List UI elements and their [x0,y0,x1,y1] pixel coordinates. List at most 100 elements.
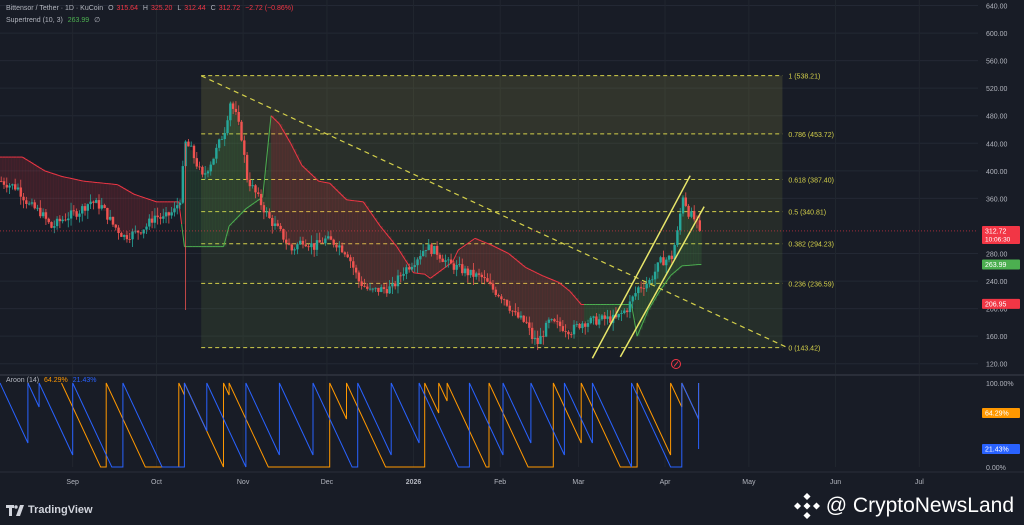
supertrend-fill [374,217,378,291]
candle-down [595,316,598,325]
fib-level-label: 0.236 (236.59) [788,281,834,288]
candle-up [371,288,375,290]
price-label-value: 312.72 [985,228,1007,235]
supertrend-fill [567,289,571,330]
candle-down [254,185,257,193]
candle-up [475,273,478,277]
candle-up [220,139,224,140]
candle-down [240,121,243,141]
price-tick-label: 520.00 [986,86,1008,93]
candle-down [231,103,235,109]
aroon-down-value: 21.43% [72,377,97,384]
time-tick-label: Jun [830,479,841,486]
candle-up [402,273,405,276]
candle-down [276,223,280,226]
supertrend-fill [544,276,548,328]
candle-up [338,245,341,248]
candle-down [477,273,481,275]
candle-up [388,286,391,294]
chart-screen: 1 (538.21) 0.786 (453.72) 0.618 (387.40) 0.… [0,0,1024,525]
supertrend-fill [301,165,305,240]
candle-down [489,281,492,284]
supertrend-fill [192,157,196,247]
supertrend-fill [64,176,68,218]
candle-down [75,211,78,217]
supertrend-line [321,181,325,183]
candle-up [458,264,461,265]
supertrend-fill [86,181,90,204]
supertrend-fill [16,157,20,189]
supertrend-fill [187,146,191,247]
supertrend-fill [547,277,551,323]
candle-down [198,166,201,168]
candle-down [556,321,559,323]
aroon-up-value: 64.29% [44,377,68,384]
supertrend-fill [505,252,509,303]
candle-up [315,240,319,250]
supertrend-fill [494,246,498,292]
candle-down [698,220,701,231]
candle-down [64,219,67,221]
candle-down [662,257,665,266]
candle-up [53,226,56,228]
low-label: L [177,5,182,12]
candle-down [530,327,534,339]
candle-down [340,245,344,253]
supertrend-line [324,181,328,184]
candle-up [209,164,212,172]
watermark: @ CryptoNewsLand [793,493,1014,519]
candle-down [343,252,347,255]
supertrend-fill [363,201,367,287]
supertrend-line [326,182,330,184]
supertrend-legend[interactable]: Supertrend (10, 3) 263.99 ∅ [6,16,103,24]
candle-down [159,217,162,219]
supertrend-fill [581,304,585,323]
supertrend-fill [293,148,297,248]
open-value: 315.64 [116,5,138,12]
candle-down [125,235,129,240]
aroon-legend[interactable]: Aroon (14) 64.29% 21.43% [6,377,99,384]
candle-down [243,140,246,155]
candle-down [237,112,240,122]
chart-svg: 1 (538.21) 0.786 (453.72) 0.618 (387.40) 0.… [0,0,1024,525]
candle-down [670,255,674,259]
candle-down [33,202,36,209]
supertrend-fill [687,212,691,266]
candle-down [511,310,514,312]
candle-up [620,313,623,314]
tradingview-logo[interactable]: TradingView [6,504,93,516]
supertrend-line [61,175,65,178]
fib-level-label: 0 (143.42) [788,346,820,353]
candle-down [167,212,171,216]
supertrend-fill [122,187,127,237]
candle-up [223,133,226,140]
candle-up [421,251,425,257]
candle-up [122,235,126,237]
close-value: 312.72 [218,5,241,12]
candle-up [606,316,609,319]
supertrend-fill [433,250,437,277]
candle-up [145,226,148,230]
candle-up [217,139,221,148]
candle-down [441,258,444,262]
price-tick-label: 640.00 [986,4,1008,11]
candle-up [310,243,313,248]
aroon-value-label: 64.29% [985,410,1009,417]
candle-up [391,283,394,287]
symbol-legend[interactable]: Bittensor / Tether · 1D · KuCoin O 315.64… [6,5,296,12]
supertrend-fill [8,157,12,185]
supertrend-fill [55,174,59,224]
supertrend-fill [58,175,62,222]
candle-up [679,213,682,231]
candle-down [435,245,439,255]
supertrend-fill [22,157,26,197]
candle-up [433,245,436,255]
candle-up [690,211,693,217]
price-label-countdown: 10:06:30 [985,236,1011,243]
fib-level-label: 0.5 (340.81) [788,210,826,217]
time-tick-label: Sep [66,479,79,486]
candle-down [19,187,22,197]
candle-up [416,259,419,266]
high-label: H [142,5,148,12]
supertrend-fill [338,191,342,246]
